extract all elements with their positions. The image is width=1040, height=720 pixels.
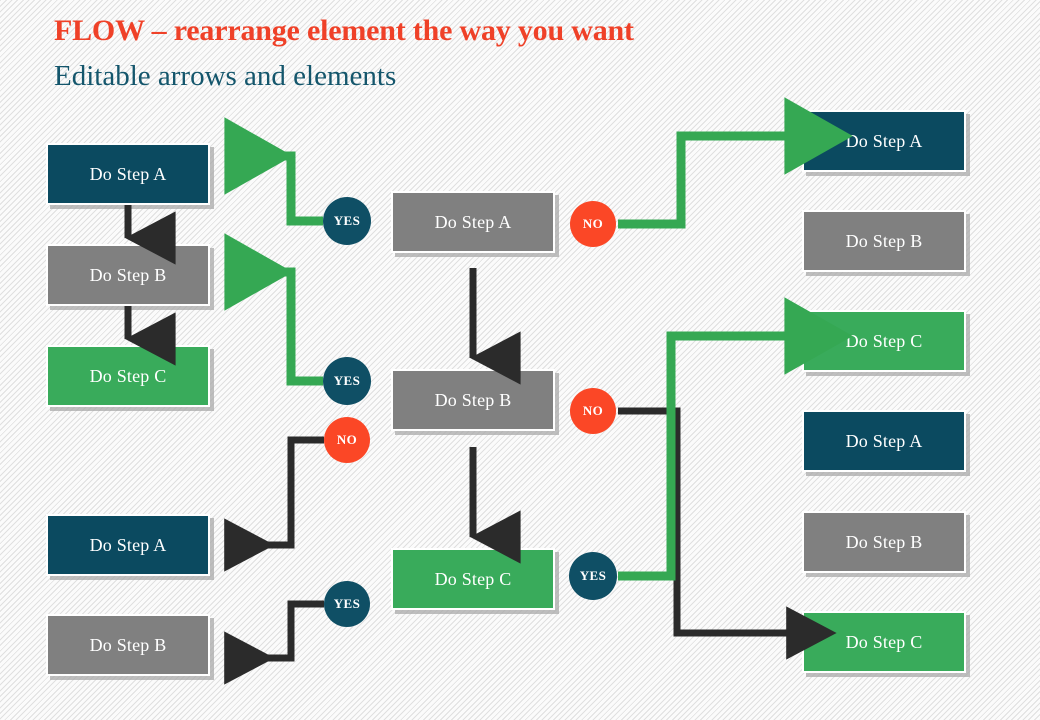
arrow-no-top-right xyxy=(618,97,853,229)
badge-yes-bottom-left[interactable]: YES xyxy=(324,581,370,627)
arrow-no-lower-left xyxy=(224,436,324,572)
badge-label: YES xyxy=(333,373,361,388)
badge-no-left[interactable]: NO xyxy=(324,417,370,463)
slide-canvas: FLOW – rearrange element the way you wan… xyxy=(0,0,1040,720)
arrow-yes-top-left xyxy=(224,117,323,226)
badge-yes-mid[interactable]: YES xyxy=(323,357,371,405)
badge-label: NO xyxy=(582,403,604,418)
badge-yes-top[interactable]: YES xyxy=(323,197,371,245)
badge-label: YES xyxy=(579,568,607,583)
badge-label: YES xyxy=(333,596,361,611)
arrow-no-mid-to-bottom-right xyxy=(618,407,837,660)
arrow-yes-bottom-to-right xyxy=(618,297,853,581)
badge-yes-center-bottom[interactable]: YES xyxy=(569,552,617,600)
arrow-layer xyxy=(124,97,853,685)
arrow-yes-lower-left xyxy=(224,600,324,685)
badge-no-center-mid[interactable]: NO xyxy=(570,388,616,434)
badge-label: YES xyxy=(333,213,361,228)
badge-no-center-top[interactable]: NO xyxy=(570,201,616,247)
arrow-yes-mid-left xyxy=(224,233,323,386)
badge-label: NO xyxy=(336,432,358,447)
badge-label: NO xyxy=(582,216,604,231)
